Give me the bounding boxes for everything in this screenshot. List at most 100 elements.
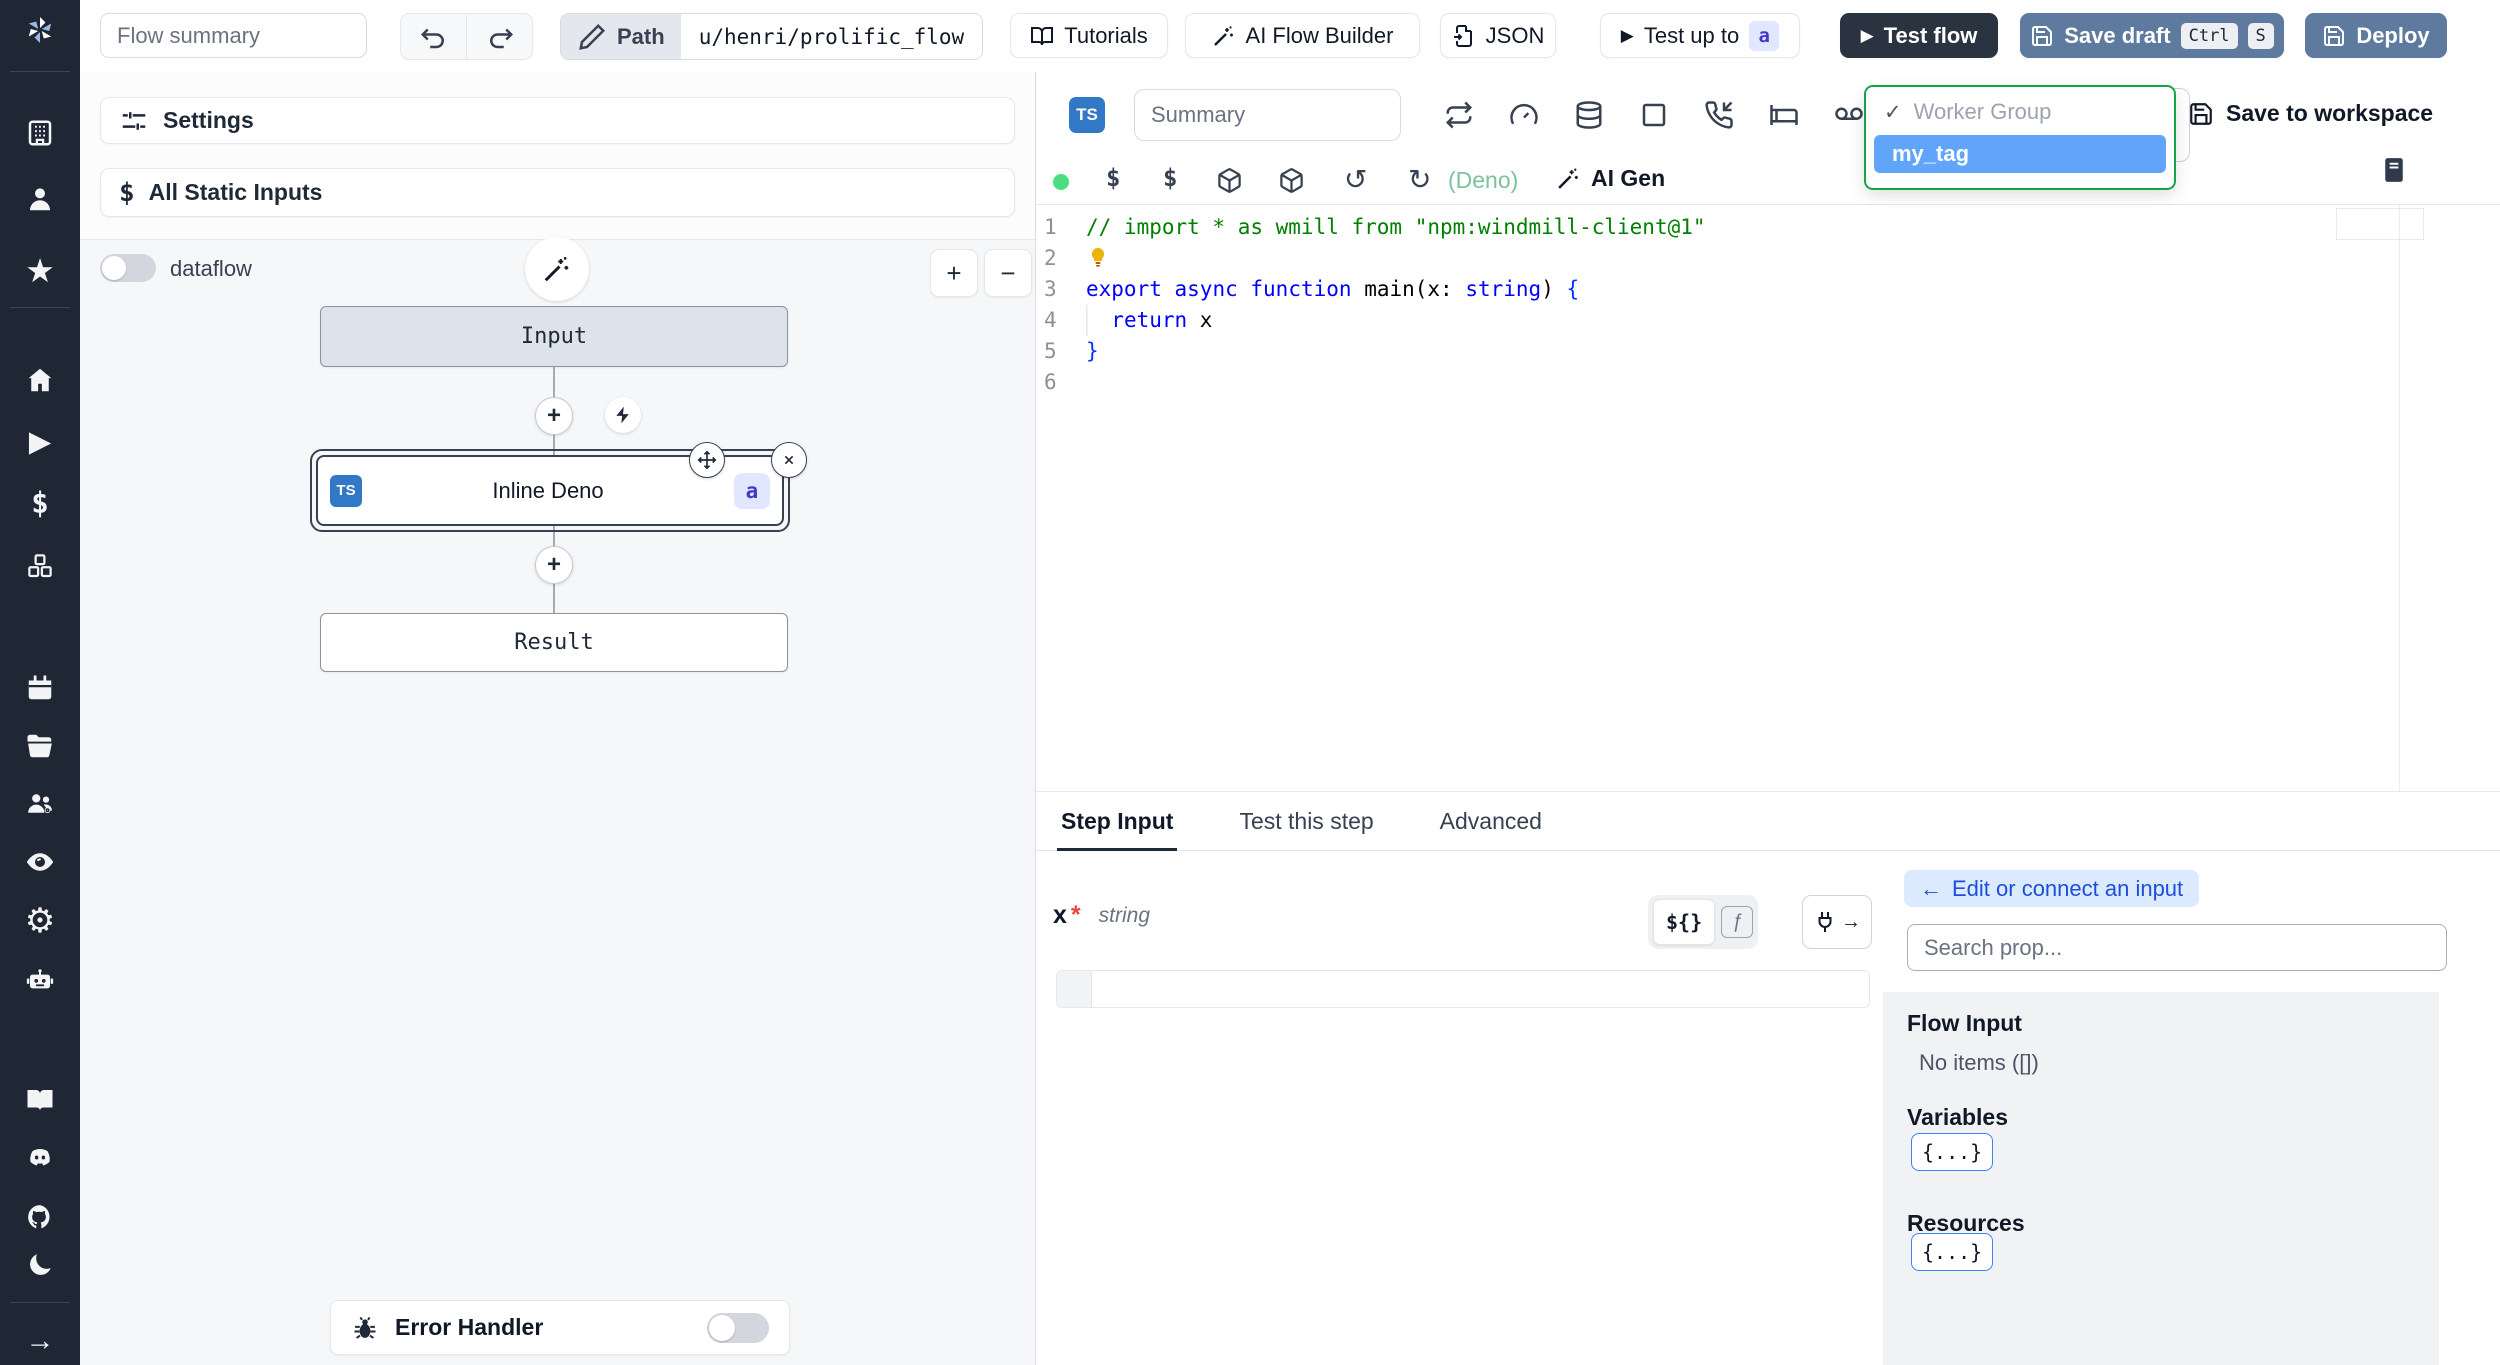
- variables-dollar-icon[interactable]: $: [24, 487, 56, 519]
- panel-divider[interactable]: [1035, 72, 1036, 1365]
- prop-picker-panel: Flow Input No items ([]) Variables {...}…: [1883, 992, 2439, 1365]
- field-value-input[interactable]: [1056, 970, 1870, 1008]
- ai-gen-button[interactable]: AI Gen: [1556, 165, 1665, 192]
- flow-settings-button[interactable]: Settings: [100, 97, 1015, 144]
- resources-object-chip[interactable]: {...}: [1911, 1233, 1994, 1271]
- voicemail-icon[interactable]: [1834, 100, 1864, 130]
- step-id-badge: a: [734, 472, 770, 509]
- trigger-bolt-button[interactable]: [605, 397, 641, 433]
- schedules-calendar-icon[interactable]: [24, 672, 56, 704]
- workspace-building-icon[interactable]: [24, 117, 56, 149]
- ai-wand-button[interactable]: [525, 237, 589, 301]
- code-line[interactable]: 4 return x: [1036, 305, 2500, 336]
- dataflow-label: dataflow: [170, 256, 252, 281]
- edit-or-connect-chip[interactable]: ← Edit or connect an input: [1904, 870, 2200, 907]
- package-box-icon[interactable]: [1216, 167, 1243, 194]
- error-handler-row[interactable]: Error Handler: [330, 1300, 790, 1355]
- tab-test-this-step[interactable]: Test this step: [1239, 792, 1373, 850]
- cache-database-icon[interactable]: [1574, 100, 1604, 130]
- github-icon[interactable]: [24, 1201, 56, 1233]
- code-line[interactable]: 1// import * as wmill from "npm:windmill…: [1036, 212, 2500, 243]
- ai-flow-builder-button[interactable]: AI Flow Builder: [1185, 13, 1420, 58]
- ctrl-keycap: Ctrl: [2180, 22, 2238, 49]
- code-lines: 1// import * as wmill from "npm:windmill…: [1036, 212, 2500, 398]
- step-summary-input[interactable]: [1134, 89, 1401, 141]
- json-button[interactable]: JSON: [1440, 13, 1556, 58]
- test-up-to-button[interactable]: ▶ Test up to a: [1600, 13, 1800, 58]
- discord-icon[interactable]: [24, 1142, 56, 1174]
- variables-object-chip[interactable]: {...}: [1911, 1133, 1994, 1171]
- script-library-icon[interactable]: [2379, 155, 2409, 185]
- home-icon[interactable]: [24, 364, 56, 396]
- test-flow-button[interactable]: ▶ Test flow: [1840, 13, 1998, 58]
- code-editor[interactable]: 1// import * as wmill from "npm:windmill…: [1036, 205, 2500, 798]
- error-handler-toggle[interactable]: [707, 1312, 769, 1343]
- expand-sidebar-arrow-icon[interactable]: →: [24, 1325, 56, 1357]
- suspend-phone-incoming-icon[interactable]: [1704, 100, 1734, 130]
- docs-book-icon[interactable]: [24, 1084, 56, 1116]
- groups-icon[interactable]: [24, 788, 56, 820]
- input-gutter: [1057, 971, 1092, 1007]
- settings-gear-icon[interactable]: ⚙: [24, 904, 56, 938]
- resource-picker-icon[interactable]: $: [1163, 164, 1177, 192]
- flow-summary-input[interactable]: [100, 13, 367, 58]
- path-value[interactable]: u/henri/prolific_flow: [680, 14, 983, 59]
- retry-repeat-icon[interactable]: [1444, 100, 1474, 130]
- tab-step-input[interactable]: Step Input: [1056, 792, 1178, 851]
- deploy-button[interactable]: Deploy: [2305, 13, 2447, 58]
- assistant-status-dot: [1053, 174, 1069, 190]
- delete-step-button[interactable]: [771, 442, 807, 478]
- runs-play-icon[interactable]: ▶: [24, 426, 56, 458]
- user-icon[interactable]: [24, 183, 56, 215]
- reload-refresh-icon[interactable]: ↻: [1408, 163, 1431, 196]
- undo-button[interactable]: [401, 14, 467, 59]
- step-label: Inline Deno: [492, 477, 604, 503]
- windmill-logo-icon[interactable]: [18, 8, 62, 52]
- sidebar-divider: [10, 1302, 70, 1303]
- insert-step-button[interactable]: +: [535, 546, 573, 584]
- dataflow-toggle[interactable]: [100, 254, 156, 282]
- save-to-workspace-button[interactable]: Save to workspace: [2188, 100, 2433, 127]
- variable-picker-icon[interactable]: $: [1106, 164, 1120, 192]
- all-static-inputs-button[interactable]: $ All Static Inputs: [100, 168, 1015, 217]
- early-stop-gauge-icon[interactable]: [1509, 100, 1539, 130]
- zoom-out-button[interactable]: −: [984, 249, 1032, 297]
- flow-node-result[interactable]: Result: [320, 613, 788, 672]
- zoom-in-button[interactable]: +: [930, 249, 978, 297]
- top-toolbar: Path u/henri/prolific_flow Tutorials AI …: [80, 0, 2500, 73]
- code-line[interactable]: 5}: [1036, 336, 2500, 367]
- template-expr-toggle[interactable]: ${}: [1653, 899, 1716, 945]
- dark-mode-moon-icon[interactable]: [24, 1249, 56, 1281]
- connect-input-button[interactable]: →: [1802, 895, 1872, 949]
- favorites-star-icon[interactable]: ★: [24, 254, 56, 287]
- tutorials-button[interactable]: Tutorials: [1010, 13, 1168, 58]
- lightbulb-icon[interactable]: [1086, 246, 1112, 272]
- move-step-button[interactable]: [689, 442, 725, 478]
- resources-boxes-icon[interactable]: [24, 550, 56, 582]
- insert-step-button[interactable]: +: [535, 397, 573, 435]
- worker-group-option-selected[interactable]: my_tag: [1874, 135, 2166, 173]
- sidebar: ★ ▶ $ ⚙ →: [0, 0, 80, 1365]
- function-toggle[interactable]: ƒ: [1721, 906, 1754, 938]
- package-box-icon[interactable]: [1278, 167, 1305, 194]
- flow-node-input[interactable]: Input: [320, 306, 788, 367]
- folders-icon[interactable]: [24, 730, 56, 762]
- redo-button[interactable]: [467, 14, 532, 59]
- sleep-bed-icon[interactable]: [1769, 100, 1799, 130]
- input-text-area[interactable]: [1092, 971, 1869, 1007]
- input-mode-toggle: ${} ƒ: [1648, 895, 1759, 949]
- reset-rotate-icon[interactable]: ↺: [1344, 163, 1367, 196]
- step-input-section: x * string ${} ƒ → ← Edit or connect an …: [1036, 851, 2500, 1365]
- tab-advanced[interactable]: Advanced: [1440, 792, 1542, 850]
- code-line[interactable]: 3 export async function main(x: string) {: [1036, 274, 2500, 305]
- audit-logs-eye-icon[interactable]: [24, 846, 56, 878]
- code-line[interactable]: 6: [1036, 367, 2500, 398]
- path-button[interactable]: Path: [561, 14, 681, 59]
- search-prop-input[interactable]: [1907, 924, 2447, 971]
- mock-square-icon[interactable]: [1639, 100, 1669, 130]
- bolt-icon: [616, 406, 629, 424]
- save-draft-button[interactable]: Save draft Ctrl S: [2020, 13, 2284, 58]
- workers-robot-icon[interactable]: [24, 963, 56, 995]
- code-line[interactable]: 2: [1036, 243, 2500, 274]
- minimap-slider[interactable]: [2336, 208, 2424, 240]
